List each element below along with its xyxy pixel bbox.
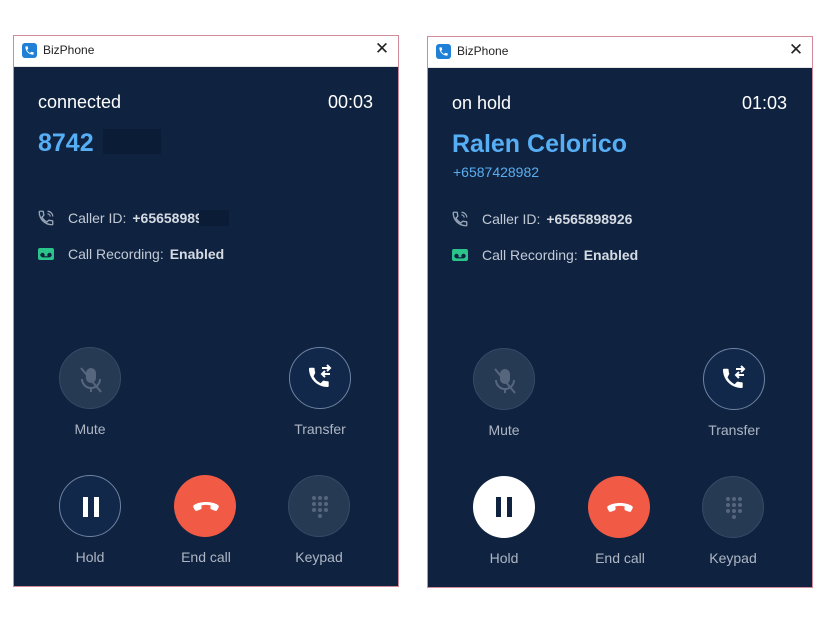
hang-up-icon xyxy=(193,502,219,511)
phone-transfer-icon xyxy=(309,364,332,387)
mute-label: Mute xyxy=(488,422,520,438)
call-status: on hold xyxy=(452,93,512,113)
mute-label: Mute xyxy=(74,421,106,437)
keypad-button[interactable] xyxy=(702,476,764,538)
end-call-button[interactable] xyxy=(588,476,650,538)
close-icon[interactable]: ✕ xyxy=(788,41,804,58)
close-icon[interactable]: ✕ xyxy=(374,40,390,57)
transfer-label: Transfer xyxy=(708,422,760,438)
title-bar: BizPhone ✕ xyxy=(428,37,812,68)
hold-label: Hold xyxy=(75,549,105,565)
pause-icon xyxy=(83,497,99,517)
mic-off-icon xyxy=(494,368,516,394)
end-call-label: End call xyxy=(595,550,645,566)
call-window-on-hold: BizPhone ✕ on hold 01:03 Ralen Celorico … xyxy=(427,36,813,588)
caller-id-value: +6565898926 xyxy=(546,211,633,227)
phone-forward-icon xyxy=(37,209,55,227)
callee-name: 8742 xyxy=(38,129,94,157)
keypad-button[interactable] xyxy=(288,475,350,537)
call-recording-value: Enabled xyxy=(169,246,225,262)
hold-label: Hold xyxy=(489,550,519,566)
call-timer: 00:03 xyxy=(327,92,373,112)
phone-forward-icon xyxy=(451,210,469,228)
app-title: BizPhone xyxy=(43,43,95,57)
keypad-label: Keypad xyxy=(295,549,343,565)
caller-id-label: Caller ID: xyxy=(68,210,127,226)
recording-tape-icon xyxy=(37,245,55,263)
call-recording-value: Enabled xyxy=(583,247,639,263)
hold-button-active[interactable] xyxy=(473,476,535,538)
bizphone-logo-icon xyxy=(436,44,451,59)
redaction-block xyxy=(103,129,161,154)
end-call-button[interactable] xyxy=(174,475,236,537)
mic-off-icon xyxy=(80,367,102,393)
call-window-connected: BizPhone ✕ connected 00:03 8742 Caller I… xyxy=(13,35,399,587)
transfer-label: Transfer xyxy=(294,421,346,437)
recording-tape-icon xyxy=(451,246,469,264)
mute-button[interactable] xyxy=(59,347,121,409)
keypad-label: Keypad xyxy=(709,550,757,566)
dialpad-icon xyxy=(312,496,328,518)
phone-transfer-icon xyxy=(723,365,746,388)
caller-id-value: +65658989 xyxy=(132,210,203,226)
dialpad-icon xyxy=(726,497,742,519)
end-call-label: End call xyxy=(181,549,231,565)
transfer-button[interactable] xyxy=(703,348,765,410)
bizphone-logo-icon xyxy=(22,43,37,58)
title-bar: BizPhone ✕ xyxy=(14,36,398,67)
transfer-button[interactable] xyxy=(289,347,351,409)
hang-up-icon xyxy=(607,503,633,512)
pause-icon xyxy=(496,497,512,517)
caller-id-label: Caller ID: xyxy=(482,211,541,227)
call-status: connected xyxy=(38,92,122,112)
app-title: BizPhone xyxy=(457,44,509,58)
mute-button[interactable] xyxy=(473,348,535,410)
call-recording-label: Call Recording: xyxy=(68,246,164,262)
redaction-block xyxy=(199,210,229,226)
callee-number: +6587428982 xyxy=(453,164,540,180)
callee-name: Ralen Celorico xyxy=(452,130,628,158)
hold-button[interactable] xyxy=(59,475,121,537)
call-recording-label: Call Recording: xyxy=(482,247,578,263)
call-timer: 01:03 xyxy=(741,93,787,113)
